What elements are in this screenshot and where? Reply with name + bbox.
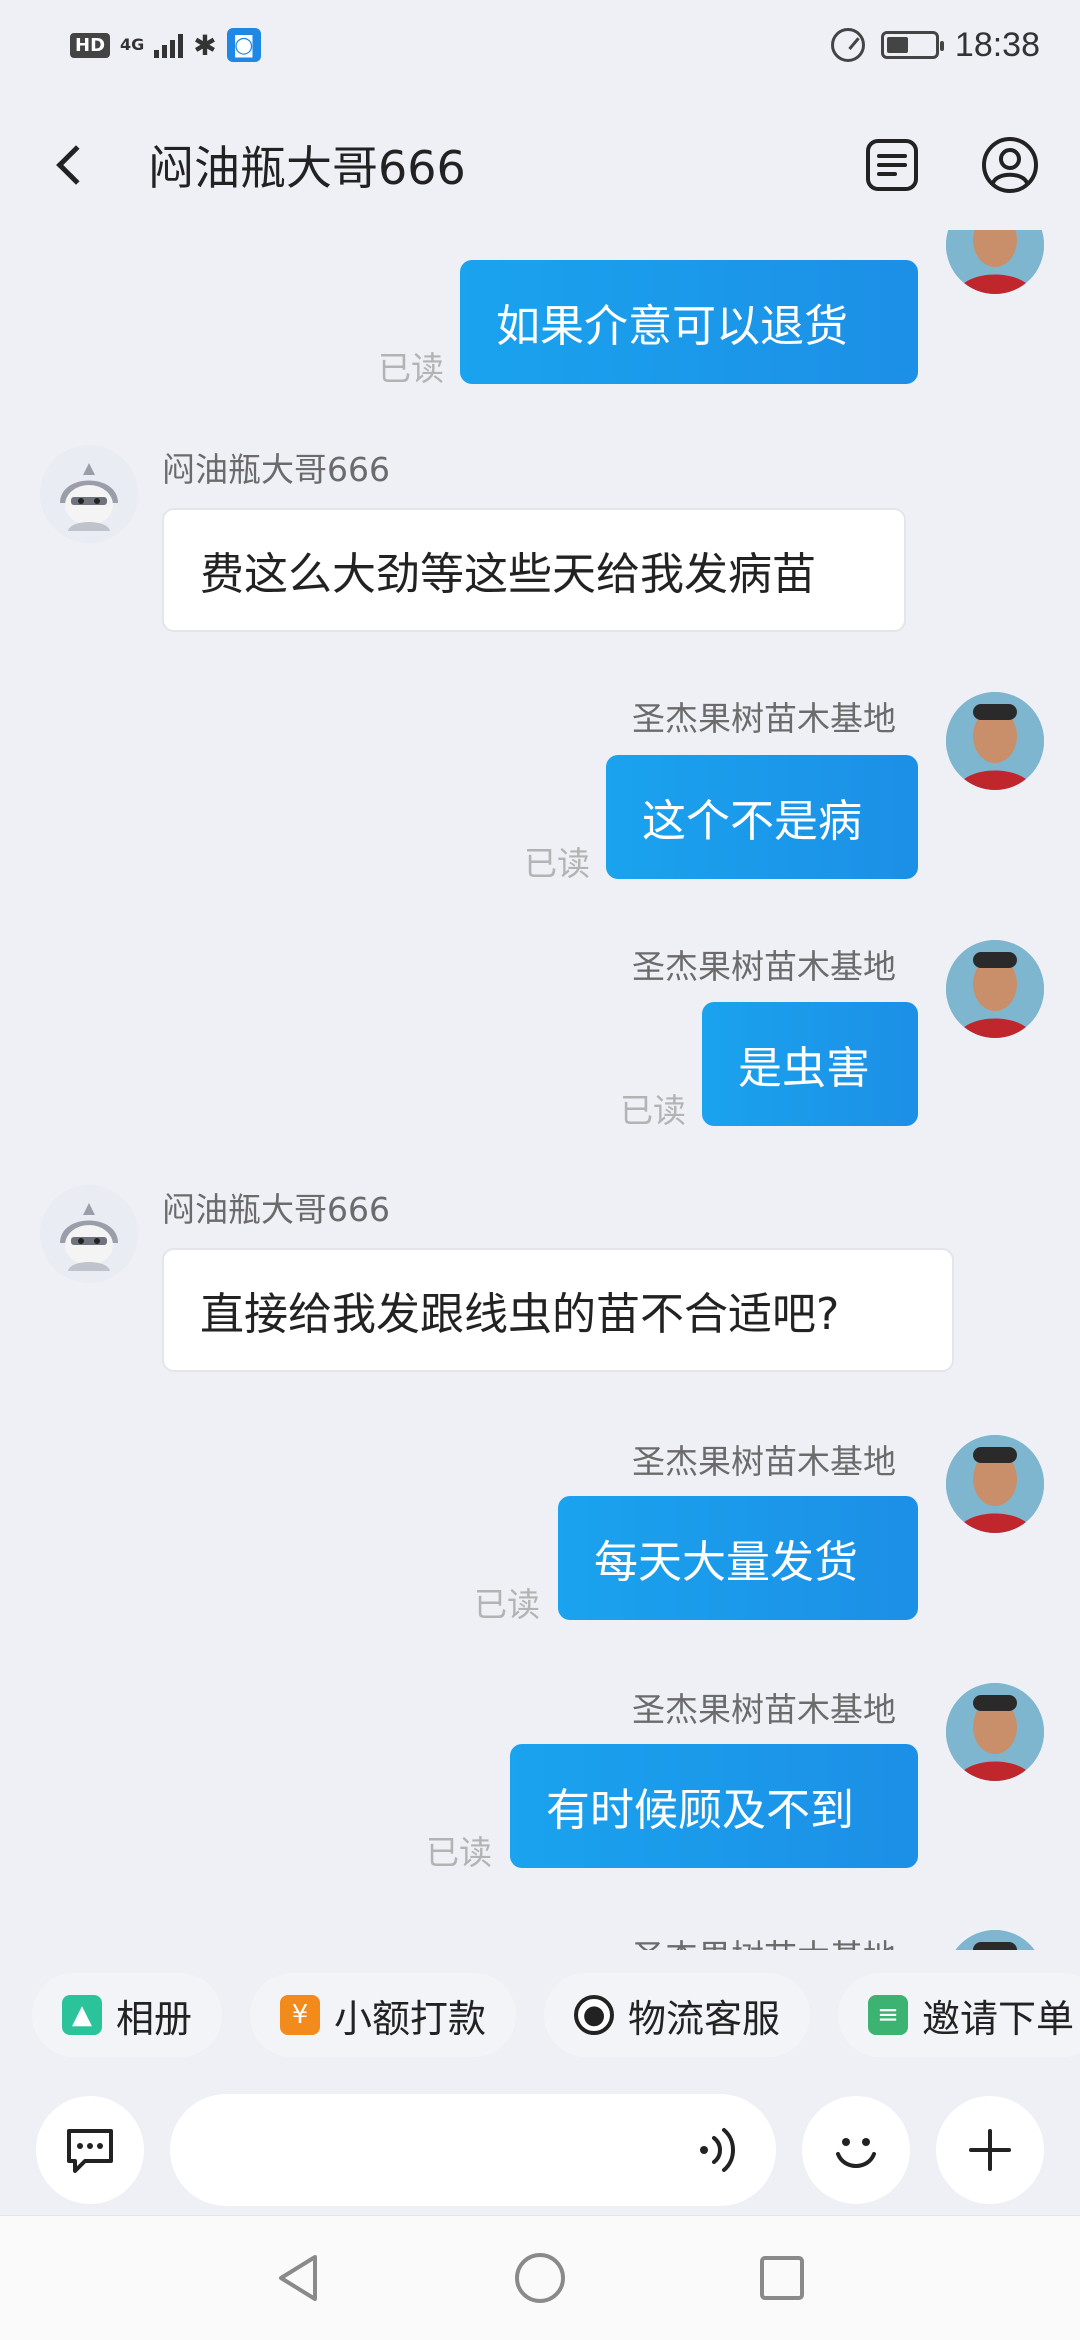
document-list-icon — [866, 139, 918, 191]
message-bubble-outgoing[interactable]: 这个不是病 — [606, 755, 918, 879]
profile-button[interactable] — [980, 135, 1040, 195]
status-left: HD 4G ✱ ◙ — [70, 28, 261, 62]
read-receipt: 已读 — [378, 349, 444, 388]
read-receipt: 已读 — [620, 1091, 686, 1130]
input-bar — [0, 2080, 1080, 2220]
quick-action-logistics[interactable]: ● 物流客服 — [544, 1973, 811, 2057]
chat-bubble-icon — [67, 2129, 113, 2173]
message-bubble-outgoing[interactable]: 有时候顾及不到 — [510, 1744, 918, 1868]
status-right: 18:38 — [830, 25, 1040, 65]
sender-name: 闷油瓶大哥666 — [162, 450, 390, 489]
user-profile-icon — [982, 137, 1038, 193]
payment-icon: ¥ — [280, 1995, 321, 2035]
speed-gauge-icon — [830, 28, 865, 62]
message-bubble-outgoing[interactable]: 是虫害 — [702, 1002, 918, 1126]
nav-recents-icon[interactable] — [757, 2253, 807, 2303]
voice-input-icon[interactable] — [696, 2124, 740, 2176]
nav-back-icon[interactable] — [273, 2251, 323, 2305]
system-navigation-bar — [0, 2215, 1080, 2340]
smiley-icon — [836, 2138, 876, 2168]
quick-action-bar[interactable]: ▲ 相册 ¥ 小额打款 ● 物流客服 ≡ 邀请下单 — [0, 1960, 1080, 2070]
more-options-button[interactable] — [936, 2096, 1044, 2204]
quick-action-label: 小额打款 — [334, 1996, 487, 2041]
plus-icon — [969, 2129, 1011, 2171]
sender-name: 圣杰果树苗木基地 — [632, 1690, 896, 1729]
sender-name: 圣杰果树苗木基地 — [632, 1442, 896, 1481]
battery-level — [886, 37, 908, 53]
photo-album-icon: ▲ — [62, 1995, 102, 2035]
quick-reply-button[interactable] — [36, 2096, 144, 2204]
sender-name: 圣杰果树苗木基地 — [632, 947, 896, 986]
seller-avatar[interactable] — [946, 692, 1044, 790]
bluetooth-icon: ✱ — [193, 28, 217, 62]
network-type: 4G — [120, 35, 145, 54]
seller-avatar[interactable] — [946, 1435, 1044, 1533]
emoji-button[interactable] — [802, 2096, 910, 2204]
nav-home-icon[interactable] — [513, 2251, 567, 2305]
message-bubble-outgoing[interactable]: 每天大量发货 — [558, 1496, 918, 1620]
app-notification-icon: ◙ — [226, 28, 261, 62]
chevron-left-icon — [56, 145, 96, 185]
message-bubble-outgoing[interactable]: 如果介意可以退货 — [460, 260, 918, 384]
clock: 18:38 — [954, 25, 1040, 64]
message-bubble-incoming[interactable]: 直接给我发跟线虫的苗不合适吧? — [162, 1248, 954, 1372]
quick-action-payment[interactable]: ¥ 小额打款 — [250, 1973, 517, 2057]
quick-action-photo-album[interactable]: ▲ 相册 — [32, 1973, 223, 2057]
status-bar: HD 4G ✱ ◙ 18:38 — [0, 0, 1080, 90]
signal-icon — [154, 32, 184, 58]
message-bubble-incoming[interactable]: 费这么大劲等这些天给我发病苗 — [162, 508, 906, 632]
message-input[interactable] — [170, 2094, 776, 2206]
order-list-button[interactable] — [862, 135, 922, 195]
hd-badge: HD — [70, 32, 111, 58]
buyer-avatar[interactable] — [40, 1185, 138, 1283]
sender-name: 闷油瓶大哥666 — [162, 1190, 390, 1229]
read-receipt: 已读 — [524, 844, 590, 883]
seller-avatar[interactable] — [946, 1683, 1044, 1781]
quick-action-label: 物流客服 — [628, 1996, 781, 2041]
read-receipt: 已读 — [474, 1585, 540, 1624]
quick-action-invite-order[interactable]: ≡ 邀请下单 — [838, 1973, 1080, 2057]
seller-avatar[interactable] — [946, 1930, 1044, 1950]
seller-avatar[interactable] — [946, 230, 1044, 294]
message-input-wrapper — [170, 2094, 776, 2206]
back-button[interactable] — [40, 135, 100, 195]
chat-header: 闷油瓶大哥666 — [0, 100, 1080, 230]
logistics-service-icon: ● — [574, 1995, 615, 2035]
sender-name: 圣杰果树苗木基地 — [632, 699, 896, 738]
read-receipt: 已读 — [426, 1833, 492, 1872]
sender-name: 圣杰果树苗木基地 — [632, 1930, 896, 1950]
page-title: 闷油瓶大哥666 — [148, 141, 466, 195]
message-list[interactable]: 如果介意可以退货 已读 闷油瓶大哥666 费这么大劲等这些天给我发病苗 圣杰果树… — [0, 230, 1080, 1950]
buyer-avatar[interactable] — [40, 445, 138, 543]
seller-avatar[interactable] — [946, 940, 1044, 1038]
battery-icon — [880, 31, 944, 59]
quick-action-label: 邀请下单 — [922, 1996, 1075, 2041]
invite-order-icon: ≡ — [868, 1995, 909, 2035]
quick-action-label: 相册 — [116, 1996, 193, 2041]
